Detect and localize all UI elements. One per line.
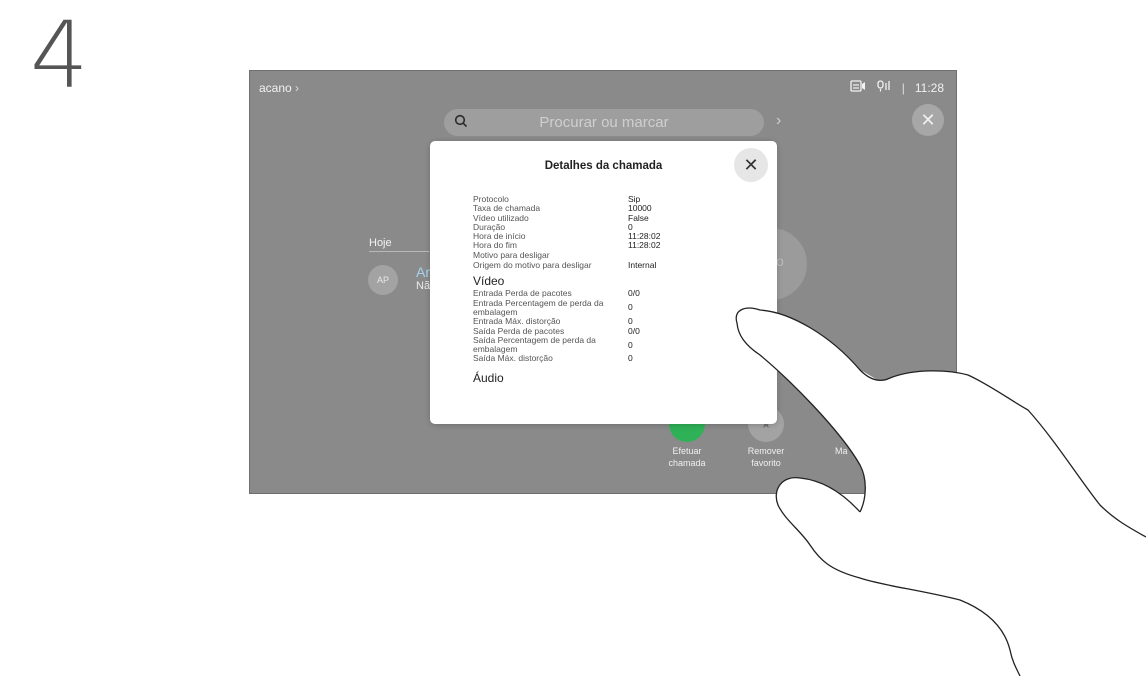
- hand-gesture-illustration: [735, 307, 1146, 676]
